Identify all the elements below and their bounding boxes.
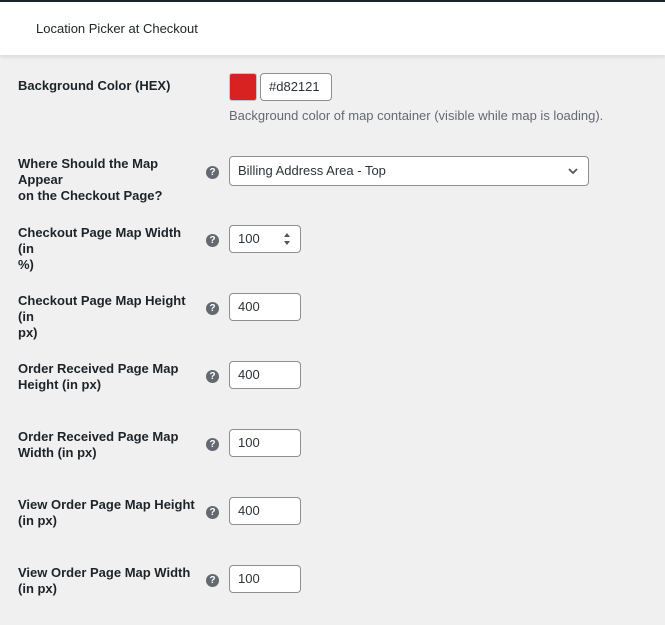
view-order-map-width-label: View Order Page Map Width (in px) (18, 565, 200, 597)
background-color-label: Background Color (HEX) (18, 78, 171, 93)
hex-color-input[interactable]: #d82121 (260, 73, 332, 101)
help-icon[interactable]: ? (206, 506, 219, 519)
checkout-map-width-value: 100 (238, 231, 260, 246)
help-icon[interactable]: ? (206, 438, 219, 451)
order-received-map-height-label-line1: Order Received Page Map (18, 361, 179, 376)
checkout-map-height-label: Checkout Page Map Height (in px) (18, 293, 200, 341)
help-icon[interactable]: ? (206, 234, 219, 247)
background-color-description: Background color of map container (visib… (229, 108, 604, 123)
view-order-map-height-label-line1: View Order Page Map Height (18, 497, 195, 512)
help-icon[interactable]: ? (206, 574, 219, 587)
checkout-map-height-label-line1: Checkout Page Map Height (in (18, 293, 186, 324)
checkout-map-height-label-line2: px) (18, 325, 38, 340)
checkout-map-width-input[interactable]: 100 (229, 225, 301, 253)
settings-header: Location Picker at Checkout (0, 2, 665, 55)
help-icon[interactable]: ? (206, 370, 219, 383)
order-received-map-height-label: Order Received Page Map Height (in px) (18, 361, 200, 393)
color-swatch[interactable] (229, 73, 257, 101)
view-order-map-width-label-line2: (in px) (18, 581, 57, 596)
view-order-map-height-label-line2: (in px) (18, 513, 57, 528)
map-position-label: Where Should the Map Appear on the Check… (18, 156, 200, 204)
view-order-map-height-input[interactable]: 400 (229, 497, 301, 525)
help-icon[interactable]: ? (206, 166, 219, 179)
order-received-map-width-label-line1: Order Received Page Map (18, 429, 179, 444)
checkout-map-width-label: Checkout Page Map Width (in %) (18, 225, 200, 273)
number-spinner-icon[interactable] (283, 231, 291, 247)
map-position-label-line2: on the Checkout Page? (18, 188, 163, 203)
view-order-map-width-input[interactable]: 100 (229, 565, 301, 593)
view-order-map-height-label: View Order Page Map Height (in px) (18, 497, 200, 529)
help-icon[interactable]: ? (206, 302, 219, 315)
order-received-map-height-label-line2: Height (in px) (18, 377, 102, 392)
map-position-selected-value: Billing Address Area - Top (238, 163, 386, 178)
checkout-map-height-input[interactable]: 400 (229, 293, 301, 321)
chevron-down-icon (568, 168, 578, 175)
order-received-map-width-label: Order Received Page Map Width (in px) (18, 429, 200, 461)
page-title: Location Picker at Checkout (36, 21, 198, 36)
map-position-label-line1: Where Should the Map Appear (18, 156, 159, 187)
checkout-map-width-label-line1: Checkout Page Map Width (in (18, 225, 182, 256)
view-order-map-width-label-line1: View Order Page Map Width (18, 565, 191, 580)
order-received-map-height-input[interactable]: 400 (229, 361, 301, 389)
map-position-select[interactable]: Billing Address Area - Top (229, 156, 589, 186)
checkout-map-width-label-line2: %) (18, 257, 34, 272)
order-received-map-width-label-line2: Width (in px) (18, 445, 97, 460)
order-received-map-width-input[interactable]: 100 (229, 429, 301, 457)
